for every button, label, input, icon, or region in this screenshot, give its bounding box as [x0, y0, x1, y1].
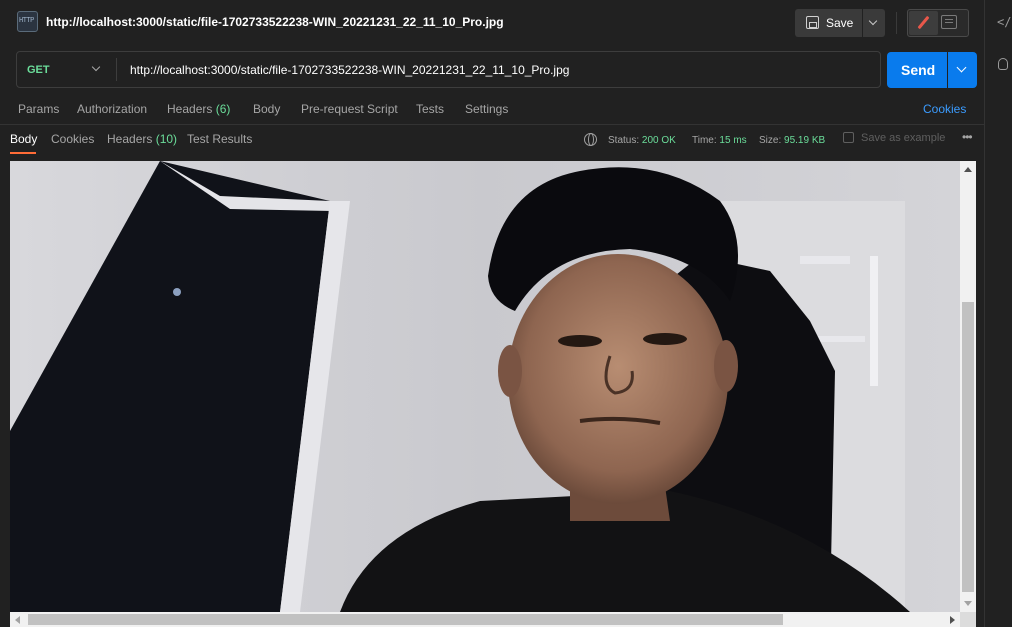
- time-value: 15 ms: [719, 135, 747, 146]
- tab-headers-count: (6): [215, 102, 231, 116]
- tab-pre-request-script[interactable]: Pre-request Script: [301, 102, 398, 116]
- url-bar: GET http://localhost:3000/static/file-17…: [16, 51, 881, 88]
- url-input[interactable]: http://localhost:3000/static/file-170273…: [130, 63, 569, 77]
- send-options-chevron-down-icon[interactable]: [948, 52, 977, 88]
- title-bar: HTTP http://localhost:3000/static/file-1…: [0, 0, 984, 46]
- response-image: [10, 161, 960, 612]
- scroll-down-arrow-icon[interactable]: [964, 601, 972, 606]
- size-value: 95.19 KB: [784, 135, 826, 146]
- status-label: Status:: [608, 135, 640, 146]
- comments-icon[interactable]: [941, 15, 957, 29]
- globe-icon[interactable]: [584, 133, 597, 146]
- send-button-label: Send: [901, 62, 936, 78]
- view-mode-toggle: [907, 9, 969, 37]
- size-label: Size:: [759, 135, 782, 146]
- time-readout: Time: 15 ms: [692, 135, 747, 146]
- save-as-example-label: Save as example: [861, 132, 946, 144]
- tab-headers[interactable]: Headers (6): [167, 102, 230, 116]
- response-tab-body[interactable]: Body: [10, 132, 37, 146]
- status-value: 200 OK: [641, 135, 676, 146]
- tab-tests[interactable]: Tests: [416, 102, 444, 116]
- save-as-example-button[interactable]: Save as example: [843, 132, 945, 144]
- method-select[interactable]: GET: [27, 64, 50, 76]
- tab-body[interactable]: Body: [253, 102, 280, 116]
- active-tab-indicator: [10, 152, 36, 154]
- code-icon[interactable]: </>: [997, 15, 1012, 29]
- response-tab-cookies[interactable]: Cookies: [51, 132, 94, 146]
- scroll-left-arrow-icon[interactable]: [15, 616, 20, 624]
- section-divider: [0, 124, 984, 125]
- size-readout: Size: 95.19 KB: [759, 135, 825, 146]
- horizontal-scroll-thumb[interactable]: [28, 614, 783, 625]
- right-sidebar: [984, 0, 1012, 627]
- scrollbar-corner: [960, 612, 976, 627]
- send-button[interactable]: Send: [887, 52, 947, 88]
- webcam-photo: [10, 161, 960, 612]
- tab-headers-label: Headers: [167, 102, 213, 116]
- tab-params[interactable]: Params: [18, 102, 59, 116]
- response-tab-headers[interactable]: Headers (10): [107, 132, 177, 146]
- save-icon: [806, 16, 819, 29]
- tab-settings[interactable]: Settings: [465, 102, 508, 116]
- save-button-label: Save: [826, 16, 854, 30]
- scroll-right-arrow-icon[interactable]: [950, 616, 955, 624]
- response-tabs: Body Cookies Headers (10) Test Results S…: [0, 126, 984, 159]
- http-request-icon: HTTP: [17, 11, 38, 32]
- cookies-link[interactable]: Cookies: [923, 102, 966, 116]
- save-icon: [843, 132, 854, 143]
- more-options-icon[interactable]: •••: [962, 130, 973, 144]
- toolbar-divider: [896, 12, 897, 34]
- http-badge-label: HTTP: [19, 17, 34, 25]
- vertical-scrollbar[interactable]: [960, 161, 976, 612]
- status-readout: Status: 200 OK: [608, 135, 676, 146]
- response-tab-headers-label: Headers: [107, 132, 153, 146]
- request-title[interactable]: http://localhost:3000/static/file-170273…: [46, 15, 504, 29]
- edit-mode-button[interactable]: [909, 11, 938, 35]
- vertical-scroll-thumb[interactable]: [962, 302, 974, 592]
- method-chevron-down-icon[interactable]: [91, 62, 101, 72]
- save-options-chevron-down-icon[interactable]: [863, 9, 885, 37]
- horizontal-scrollbar[interactable]: [10, 612, 960, 627]
- request-tabs: Params Authorization Headers (6) Body Pr…: [0, 96, 984, 124]
- response-tab-headers-count: (10): [155, 132, 178, 146]
- tab-authorization[interactable]: Authorization: [77, 102, 147, 116]
- time-label: Time:: [692, 135, 717, 146]
- lightbulb-icon[interactable]: [998, 58, 1008, 70]
- pencil-icon: [917, 15, 930, 30]
- save-button[interactable]: Save: [795, 9, 862, 37]
- scroll-up-arrow-icon[interactable]: [964, 167, 972, 172]
- url-divider: [116, 58, 117, 81]
- response-tab-test-results[interactable]: Test Results: [187, 132, 252, 146]
